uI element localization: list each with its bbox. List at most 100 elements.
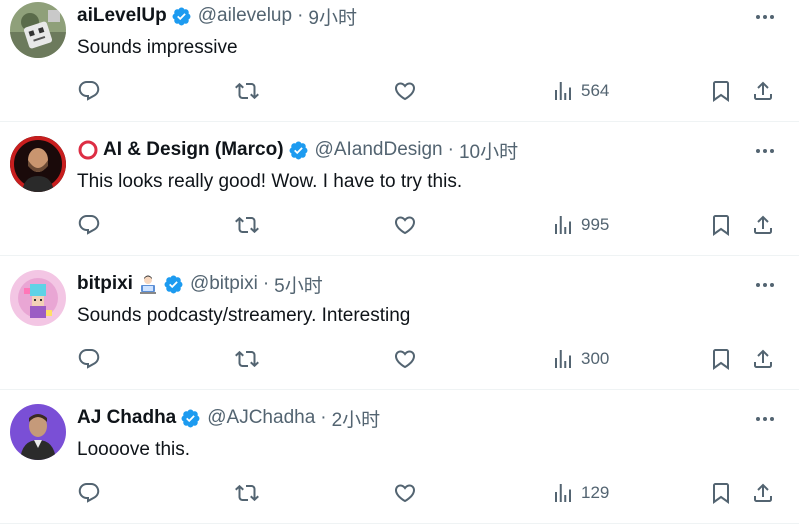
share-button[interactable] <box>751 210 775 240</box>
like-button[interactable] <box>393 76 417 106</box>
action-bar: 564 <box>0 76 799 106</box>
bookmark-icon <box>713 349 729 370</box>
avatar[interactable] <box>10 404 66 460</box>
tweet-text: Loooove this. <box>77 439 191 460</box>
like-button[interactable] <box>393 210 417 240</box>
author-handle[interactable]: @AJChadha <box>207 407 315 429</box>
timestamp[interactable]: 9小时 <box>308 3 357 30</box>
more-options-icon[interactable] <box>751 140 779 162</box>
reply-button[interactable] <box>77 478 101 508</box>
separator: · <box>320 407 327 428</box>
timestamp[interactable]: 10小时 <box>459 137 518 164</box>
views-button[interactable]: 129 <box>551 478 609 508</box>
verified-badge-icon <box>163 274 184 295</box>
reply-icon <box>78 483 100 503</box>
verified-badge-icon <box>171 6 192 27</box>
man-purple-background-avatar-icon <box>10 404 66 460</box>
tweet[interactable]: AI & Design (Marco) @AIandDesign · 10小时 … <box>0 122 799 256</box>
like-button[interactable] <box>393 344 417 374</box>
tweet-header: AJ Chadha @AJChadha · 2小时 <box>77 405 381 432</box>
tweet-header: bitpixi @bitpixi · 5小时 <box>77 271 323 298</box>
heart-icon <box>394 484 416 503</box>
verified-badge-icon <box>288 140 309 161</box>
heart-icon <box>394 82 416 101</box>
separator: · <box>297 5 304 26</box>
action-bar: 995 <box>0 210 799 240</box>
repost-icon <box>235 216 259 234</box>
repost-button[interactable] <box>235 344 259 374</box>
author-handle[interactable]: @AIandDesign <box>315 139 443 161</box>
views-chart-icon <box>555 484 571 502</box>
reply-icon <box>78 215 100 235</box>
author-handle[interactable]: @ailevelup <box>198 5 292 27</box>
tweet-header: AI & Design (Marco) @AIandDesign · 10小时 <box>77 137 518 164</box>
robot-mascot-avatar-icon <box>10 2 66 58</box>
views-chart-icon <box>555 350 571 368</box>
timestamp[interactable]: 2小时 <box>332 405 381 432</box>
avatar[interactable] <box>10 270 66 326</box>
author-name[interactable]: aiLevelUp <box>77 5 167 27</box>
more-options-icon[interactable] <box>751 408 779 430</box>
separator: · <box>262 273 270 294</box>
tweet[interactable]: AJ Chadha @AJChadha · 2小时 Loooove this. <box>0 390 799 524</box>
reply-button[interactable] <box>77 210 101 240</box>
action-bar: 300 <box>0 344 799 374</box>
tweet[interactable]: aiLevelUp @ailevelup · 9小时 Sounds impres… <box>0 0 799 122</box>
timestamp[interactable]: 5小时 <box>274 271 323 298</box>
bookmark-icon <box>713 215 729 236</box>
avatar[interactable] <box>10 136 66 192</box>
man-portrait-avatar-icon <box>10 136 66 192</box>
views-button[interactable]: 995 <box>551 210 609 240</box>
repost-button[interactable] <box>235 210 259 240</box>
like-button[interactable] <box>393 478 417 508</box>
tweet[interactable]: bitpixi @bitpixi · 5小时 Sounds podcasty/s… <box>0 256 799 390</box>
views-chart-icon <box>555 82 571 100</box>
author-name[interactable]: AJ Chadha <box>77 407 176 429</box>
heart-icon <box>394 350 416 369</box>
bookmark-icon <box>713 81 729 102</box>
repost-icon <box>235 350 259 368</box>
technologist-emoji-icon <box>137 273 159 295</box>
author-name[interactable]: AI & Design (Marco) <box>103 139 284 161</box>
repost-button[interactable] <box>235 478 259 508</box>
share-button[interactable] <box>751 344 775 374</box>
bookmark-button[interactable] <box>709 344 733 374</box>
tweet-header: aiLevelUp @ailevelup · 9小时 <box>77 3 357 30</box>
action-bar: 129 <box>0 478 799 508</box>
share-icon <box>754 349 772 368</box>
views-button[interactable]: 564 <box>551 76 609 106</box>
repost-button[interactable] <box>235 76 259 106</box>
bookmark-button[interactable] <box>709 210 733 240</box>
views-chart-icon <box>555 216 571 234</box>
bookmark-button[interactable] <box>709 76 733 106</box>
share-button[interactable] <box>751 76 775 106</box>
heart-icon <box>394 216 416 235</box>
views-count: 300 <box>581 349 610 368</box>
tweet-text: Sounds podcasty/streamery. Interesting <box>77 305 411 326</box>
author-name[interactable]: bitpixi <box>77 273 133 295</box>
author-handle[interactable]: @bitpixi <box>190 273 258 295</box>
share-icon <box>754 81 772 100</box>
separator: · <box>447 139 454 160</box>
tweet-text: Sounds impressive <box>77 37 238 58</box>
reply-feed: aiLevelUp @ailevelup · 9小时 Sounds impres… <box>0 0 799 528</box>
views-count: 995 <box>581 215 610 234</box>
reply-button[interactable] <box>77 76 101 106</box>
bookmark-button[interactable] <box>709 478 733 508</box>
avatar[interactable] <box>10 2 66 58</box>
views-count: 564 <box>581 81 610 100</box>
reply-button[interactable] <box>77 344 101 374</box>
share-icon <box>754 483 772 502</box>
share-button[interactable] <box>751 478 775 508</box>
pixel-character-avatar-icon <box>10 270 66 326</box>
reply-icon <box>78 349 100 369</box>
more-options-icon[interactable] <box>751 6 779 28</box>
tweet-text: This looks really good! Wow. I have to t… <box>77 171 463 192</box>
bookmark-icon <box>713 483 729 504</box>
views-button[interactable]: 300 <box>551 344 609 374</box>
share-icon <box>754 215 772 234</box>
red-circle-icon <box>77 139 99 161</box>
repost-icon <box>235 82 259 100</box>
reply-icon <box>78 81 100 101</box>
more-options-icon[interactable] <box>751 274 779 296</box>
